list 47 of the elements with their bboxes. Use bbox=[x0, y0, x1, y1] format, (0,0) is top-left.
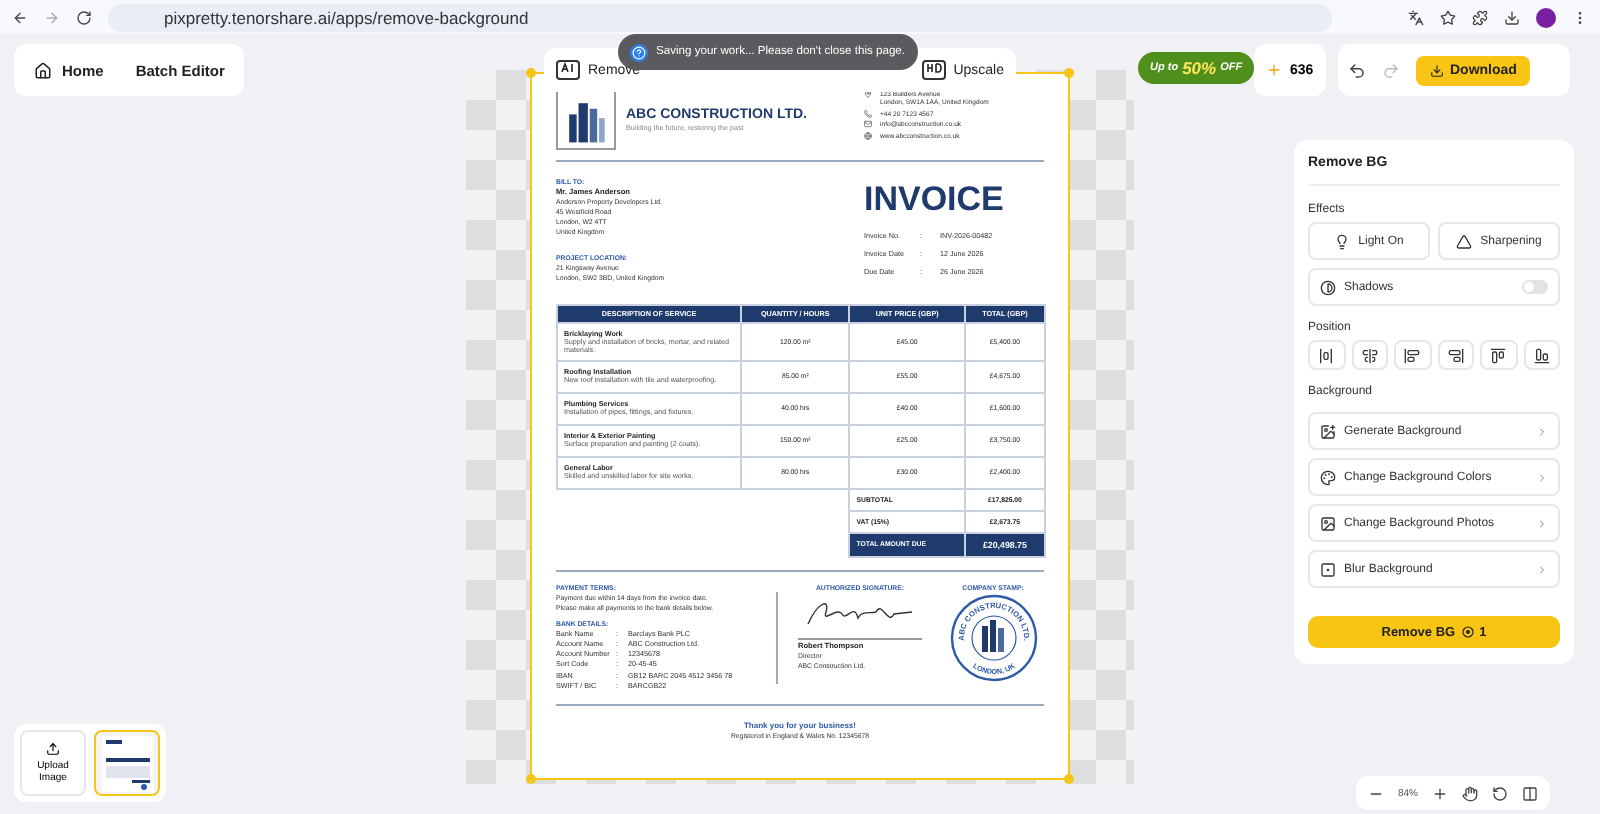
lightbulb-icon bbox=[1334, 233, 1351, 249]
zoom-in-icon[interactable] bbox=[1432, 785, 1449, 801]
ai-chip-icon bbox=[556, 60, 580, 80]
bookmark-star-icon[interactable] bbox=[1440, 9, 1456, 25]
compare-icon[interactable] bbox=[1522, 785, 1539, 801]
hand-icon[interactable] bbox=[1462, 785, 1479, 801]
help-icon bbox=[630, 43, 648, 61]
profile-avatar[interactable] bbox=[1536, 7, 1556, 27]
chevron-right-icon bbox=[1536, 425, 1548, 437]
hd-chip-icon bbox=[921, 60, 946, 80]
resize-handle[interactable] bbox=[526, 774, 536, 784]
resize-handle[interactable] bbox=[1064, 774, 1074, 784]
mail-icon bbox=[864, 120, 872, 128]
building-logo-icon bbox=[556, 90, 616, 150]
undo-icon[interactable] bbox=[1348, 61, 1366, 79]
promo-percent: 50% bbox=[1182, 58, 1217, 78]
triangle-icon bbox=[1456, 233, 1473, 249]
invoice-title: INVOICE bbox=[864, 179, 1006, 220]
image-plus-icon bbox=[1320, 423, 1336, 439]
reload-icon[interactable] bbox=[76, 9, 92, 25]
download-icon bbox=[1430, 63, 1444, 77]
reset-icon[interactable] bbox=[1492, 785, 1509, 801]
translate-icon[interactable] bbox=[1408, 9, 1424, 25]
invoice-thumbnail[interactable] bbox=[94, 730, 160, 796]
globe-icon bbox=[864, 131, 872, 139]
chevron-right-icon bbox=[1536, 471, 1548, 483]
top-align-icon[interactable] bbox=[1480, 340, 1517, 370]
right-align-icon[interactable] bbox=[1437, 340, 1474, 370]
chevron-right-icon bbox=[1536, 563, 1548, 575]
chevron-right-icon bbox=[1536, 517, 1548, 529]
puzzle-icon[interactable] bbox=[1472, 9, 1488, 25]
contrast-circle-icon bbox=[1320, 279, 1336, 295]
resize-handle[interactable] bbox=[526, 68, 536, 78]
image-icon bbox=[1320, 515, 1336, 531]
left-align-icon[interactable] bbox=[1394, 340, 1431, 370]
palette-icon bbox=[1320, 469, 1336, 485]
shadows-toggle[interactable] bbox=[1522, 280, 1548, 294]
resize-handle[interactable] bbox=[1064, 68, 1074, 78]
back-icon[interactable] bbox=[12, 9, 28, 25]
download-icon[interactable] bbox=[1504, 9, 1520, 25]
center-align-icon[interactable] bbox=[1351, 340, 1388, 370]
square-dot-icon bbox=[1320, 561, 1336, 577]
upload-icon bbox=[46, 742, 60, 756]
home-icon bbox=[34, 61, 52, 79]
bottom-align-icon[interactable] bbox=[1523, 340, 1560, 370]
address-bar[interactable]: pixpretty.tenorshare.ai/apps/remove-background bbox=[108, 3, 1332, 31]
phone-icon bbox=[864, 109, 872, 117]
